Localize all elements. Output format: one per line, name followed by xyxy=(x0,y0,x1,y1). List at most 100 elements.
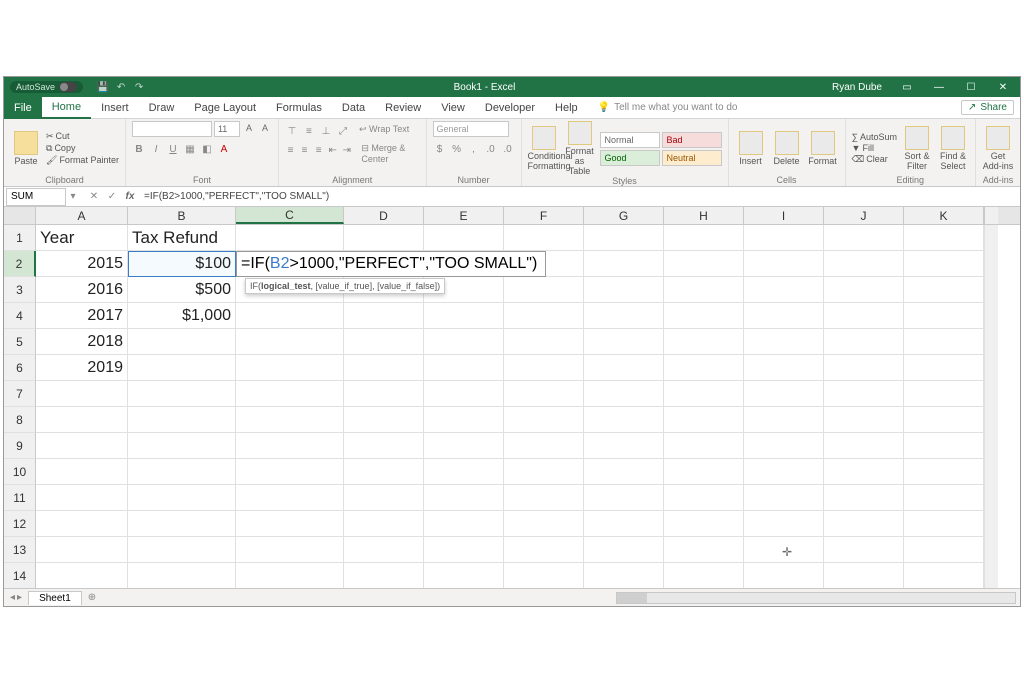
get-addins-button[interactable]: Get Add-ins xyxy=(982,126,1014,171)
close-icon[interactable]: ✕ xyxy=(988,77,1018,97)
tab-help[interactable]: Help xyxy=(545,97,588,119)
conditional-formatting-button[interactable]: Conditional Formatting xyxy=(528,126,560,171)
vertical-scrollbar[interactable] xyxy=(984,511,998,537)
cell-I8[interactable] xyxy=(744,407,824,433)
font-name-dropdown[interactable] xyxy=(132,121,212,137)
row-header-9[interactable]: 9 xyxy=(4,433,36,459)
col-header-E[interactable]: E xyxy=(424,207,504,224)
decrease-indent-icon[interactable]: ⇤ xyxy=(327,143,338,157)
cell-J10[interactable] xyxy=(824,459,904,485)
cell-D6[interactable] xyxy=(344,355,424,381)
col-header-J[interactable]: J xyxy=(824,207,904,224)
cell-K3[interactable] xyxy=(904,277,984,303)
tab-developer[interactable]: Developer xyxy=(475,97,545,119)
cell-C12[interactable] xyxy=(236,511,344,537)
clear-button[interactable]: ⌫ Clear xyxy=(852,154,897,165)
vertical-scrollbar[interactable] xyxy=(984,485,998,511)
cell-C9[interactable] xyxy=(236,433,344,459)
col-header-C[interactable]: C xyxy=(236,207,344,224)
share-button[interactable]: ↗ Share xyxy=(961,100,1014,115)
cell-H12[interactable] xyxy=(664,511,744,537)
redo-icon[interactable]: ↷ xyxy=(133,81,145,93)
enter-formula-icon[interactable]: ✓ xyxy=(104,189,120,205)
autosave-toggle[interactable]: AutoSave xyxy=(10,81,83,93)
cell-E8[interactable] xyxy=(424,407,504,433)
format-painter-button[interactable]: 🖌Format Painter xyxy=(46,155,119,166)
col-header-F[interactable]: F xyxy=(504,207,584,224)
cell-B11[interactable] xyxy=(128,485,236,511)
cell-I3[interactable] xyxy=(744,277,824,303)
cell-C14[interactable] xyxy=(236,563,344,589)
tab-page-layout[interactable]: Page Layout xyxy=(184,97,266,119)
copy-button[interactable]: ⧉Copy xyxy=(46,143,119,154)
save-icon[interactable]: 💾 xyxy=(97,81,109,93)
cell-E5[interactable] xyxy=(424,329,504,355)
align-right-icon[interactable]: ≡ xyxy=(313,143,324,157)
tab-view[interactable]: View xyxy=(431,97,475,119)
cell-K10[interactable] xyxy=(904,459,984,485)
row-header-4[interactable]: 4 xyxy=(4,303,36,329)
cell-F12[interactable] xyxy=(504,511,584,537)
horizontal-scrollbar[interactable] xyxy=(616,592,1016,604)
cell-D4[interactable] xyxy=(344,303,424,329)
cell-B7[interactable] xyxy=(128,381,236,407)
cell-G7[interactable] xyxy=(584,381,664,407)
cut-button[interactable]: ✂Cut xyxy=(46,131,119,142)
cell-H1[interactable] xyxy=(664,225,744,251)
cell-K7[interactable] xyxy=(904,381,984,407)
style-neutral[interactable]: Neutral xyxy=(662,150,722,166)
cell-J4[interactable] xyxy=(824,303,904,329)
undo-icon[interactable]: ↶ xyxy=(115,81,127,93)
cell-G12[interactable] xyxy=(584,511,664,537)
cell-F11[interactable] xyxy=(504,485,584,511)
cell-C5[interactable] xyxy=(236,329,344,355)
cell-C4[interactable] xyxy=(236,303,344,329)
cell-A7[interactable] xyxy=(36,381,128,407)
cell-A8[interactable] xyxy=(36,407,128,433)
cell-K5[interactable] xyxy=(904,329,984,355)
increase-indent-icon[interactable]: ⇥ xyxy=(341,143,352,157)
select-all-corner[interactable] xyxy=(4,207,36,224)
row-header-13[interactable]: 13 xyxy=(4,537,36,563)
cell-J9[interactable] xyxy=(824,433,904,459)
cell-D7[interactable] xyxy=(344,381,424,407)
paste-button[interactable]: Paste xyxy=(10,131,42,166)
cell-D14[interactable] xyxy=(344,563,424,589)
row-header-12[interactable]: 12 xyxy=(4,511,36,537)
cell-G11[interactable] xyxy=(584,485,664,511)
cell-B10[interactable] xyxy=(128,459,236,485)
cell-B3[interactable]: $500 xyxy=(128,277,236,303)
style-normal[interactable]: Normal xyxy=(600,132,660,148)
cell-D8[interactable] xyxy=(344,407,424,433)
decrease-decimal-icon[interactable]: .0 xyxy=(501,142,515,156)
cell-K4[interactable] xyxy=(904,303,984,329)
row-header-1[interactable]: 1 xyxy=(4,225,36,251)
col-header-D[interactable]: D xyxy=(344,207,424,224)
cell-F6[interactable] xyxy=(504,355,584,381)
style-good[interactable]: Good xyxy=(600,150,660,166)
cell-H14[interactable] xyxy=(664,563,744,589)
cell-I9[interactable] xyxy=(744,433,824,459)
tab-home[interactable]: Home xyxy=(42,97,91,119)
cell-C7[interactable] xyxy=(236,381,344,407)
scrollbar-thumb[interactable] xyxy=(617,593,647,603)
cell-B12[interactable] xyxy=(128,511,236,537)
cell-F14[interactable] xyxy=(504,563,584,589)
cell-B5[interactable] xyxy=(128,329,236,355)
cell-F3[interactable] xyxy=(504,277,584,303)
vertical-scrollbar[interactable] xyxy=(984,459,998,485)
cell-B6[interactable] xyxy=(128,355,236,381)
row-header-14[interactable]: 14 xyxy=(4,563,36,589)
cell-C11[interactable] xyxy=(236,485,344,511)
border-icon[interactable]: ▦ xyxy=(183,142,197,156)
cell-B8[interactable] xyxy=(128,407,236,433)
cell-G2[interactable] xyxy=(584,251,664,277)
tab-review[interactable]: Review xyxy=(375,97,431,119)
cell-B2[interactable]: $100 xyxy=(128,251,236,277)
tab-file[interactable]: File xyxy=(4,97,42,119)
align-left-icon[interactable]: ≡ xyxy=(285,143,296,157)
row-header-7[interactable]: 7 xyxy=(4,381,36,407)
bold-icon[interactable]: B xyxy=(132,142,146,156)
cell-F1[interactable] xyxy=(504,225,584,251)
cell-A13[interactable] xyxy=(36,537,128,563)
